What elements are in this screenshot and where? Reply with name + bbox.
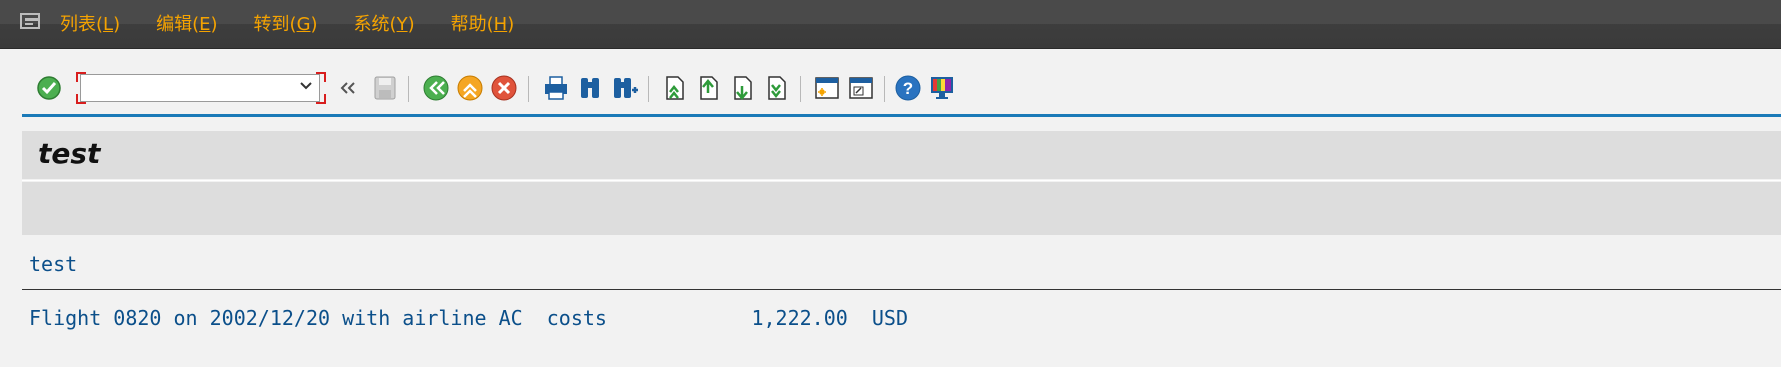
menu-goto-end: ) [310,14,318,35]
menu-items: 列表(L) 编辑(E) 转到(G) 系统(Y) 帮助(H) [60,13,550,37]
last-page-icon[interactable] [760,70,792,106]
toolbar-separator [528,76,529,102]
page-title: test [38,137,101,170]
menu-icon[interactable] [20,13,42,31]
list-item[interactable]: Flight 0820 on 2002/12/20 with airline A… [29,306,908,330]
menu-help-end: ) [507,14,515,35]
find-icon[interactable] [574,70,606,106]
save-icon[interactable] [370,70,400,106]
title-bar: test [22,131,1781,179]
field-corner-bottom-right [316,94,326,104]
menu-system-label: 系统( [353,14,397,35]
menu-goto[interactable]: 转到(G) [254,13,318,37]
svg-text:?: ? [903,79,913,98]
menu-help[interactable]: 帮助(H) [451,13,515,37]
field-corner-top-left [76,72,86,82]
toolbar-separator [648,76,649,102]
band-divider [22,180,1781,181]
find-next-icon[interactable] [608,70,640,106]
menu-help-label: 帮助( [450,14,494,35]
menu-bar: 列表(L) 编辑(E) 转到(G) 系统(Y) 帮助(H) [0,0,1781,49]
exit-icon[interactable] [454,70,486,106]
menu-edit[interactable]: 编辑(E) [156,13,217,37]
list-heading-rule [22,289,1781,290]
first-page-icon[interactable] [658,70,690,106]
list-heading: test [29,252,78,276]
toolbar-separator [884,76,885,102]
menu-list[interactable]: 列表(L) [60,13,120,37]
toolbar-separator [800,76,801,102]
previous-page-icon[interactable] [692,70,724,106]
chevron-down-icon[interactable] [300,80,312,92]
generate-shortcut-icon[interactable] [844,70,876,106]
toolbar-divider [22,114,1781,117]
field-corner-top-right [316,72,326,82]
menu-goto-key: G [296,14,311,35]
customize-layout-icon[interactable] [926,70,958,106]
application-toolbar [22,182,1781,235]
menu-system[interactable]: 系统(Y) [354,13,415,37]
expand-double-chevron-icon[interactable] [336,70,360,106]
command-field[interactable] [80,74,320,102]
menu-list-end: ) [113,14,121,35]
back-icon[interactable] [420,70,452,106]
field-corner-bottom-left [76,94,86,104]
menu-edit-key: E [199,14,211,35]
print-icon[interactable] [540,70,572,106]
menu-edit-label: 编辑( [156,14,200,35]
menu-list-key: L [103,14,114,35]
help-icon[interactable]: ? [892,70,924,106]
toolbar-separator [408,76,409,102]
standard-toolbar: ? [0,70,1781,110]
create-session-icon[interactable] [810,70,842,106]
next-page-icon[interactable] [726,70,758,106]
cancel-icon[interactable] [488,70,520,106]
menu-list-label: 列表( [60,14,104,35]
menu-system-end: ) [407,14,415,35]
menu-system-key: Y [396,14,408,35]
command-field-box [76,72,326,104]
enter-check-icon[interactable] [34,70,64,106]
menu-help-key: H [493,14,508,35]
menu-goto-label: 转到( [253,14,297,35]
menu-edit-end: ) [210,14,218,35]
